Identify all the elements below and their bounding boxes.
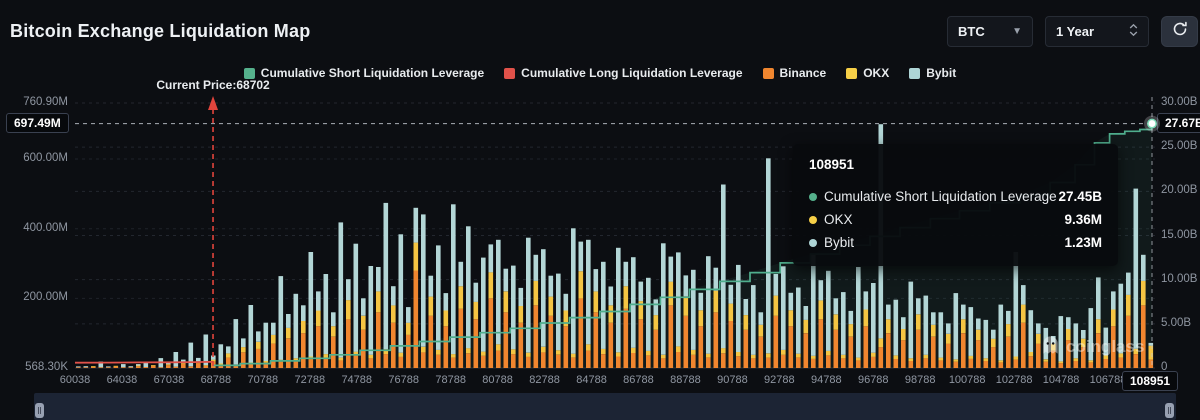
- tooltip-row: Bybit 1.23M: [809, 231, 1102, 254]
- chart-tooltip: 108951 Cumulative Short Liquidation Leve…: [793, 144, 1118, 266]
- bitcoin-liquidation-map-app: Bitcoin Exchange Liquidation Map BTC ▼ 1…: [0, 0, 1200, 420]
- watermark-text: coinglass: [1066, 337, 1145, 356]
- tooltip-row: Cumulative Short Liquidation Leverage 27.…: [809, 185, 1102, 208]
- coinglass-ghost-icon: [1040, 334, 1061, 360]
- series-dot-icon: [809, 238, 817, 247]
- tooltip-title: 108951: [809, 157, 855, 172]
- series-dot-icon: [809, 192, 817, 201]
- coinglass-watermark: coinglass: [1040, 334, 1144, 360]
- tooltip-row: OKX 9.36M: [809, 208, 1102, 231]
- series-dot-icon: [809, 215, 817, 224]
